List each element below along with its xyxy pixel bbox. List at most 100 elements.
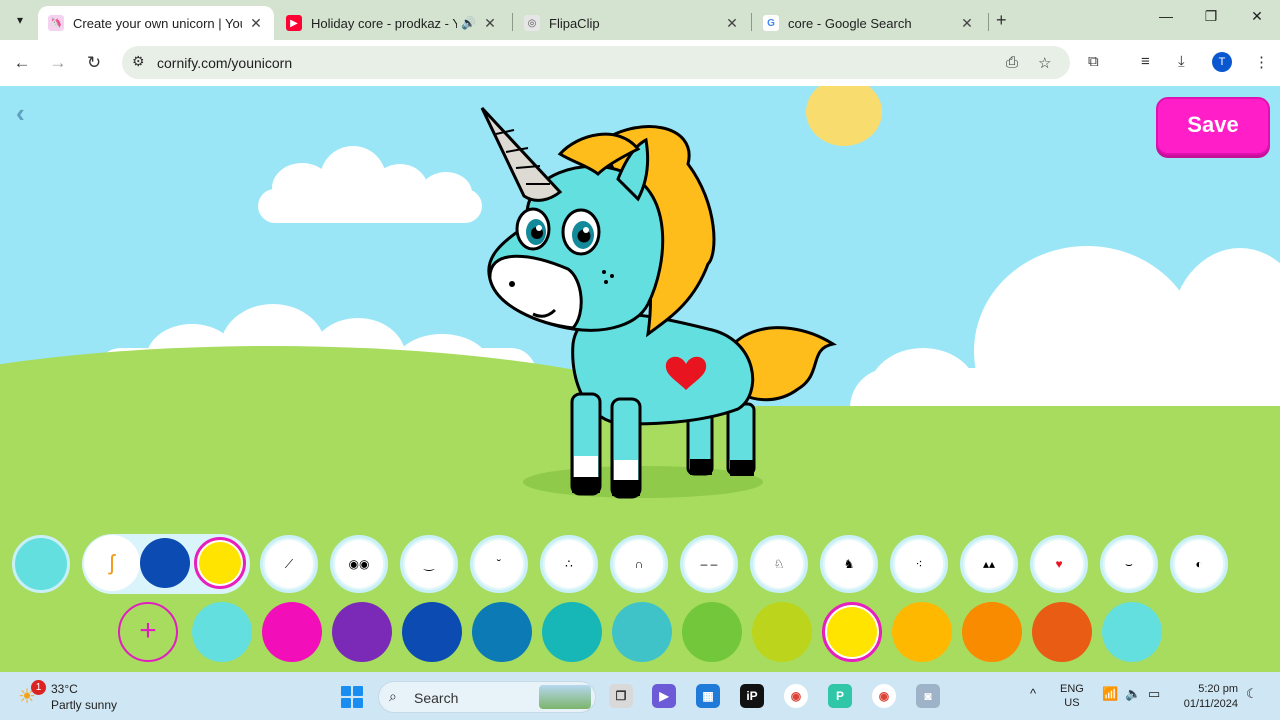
color-swatch[interactable] [962,602,1022,662]
new-tab-button[interactable]: + [996,10,1007,31]
chrome-icon[interactable]: ◉ [784,684,808,708]
youtube-icon: ▶ [286,15,302,31]
picsart-icon[interactable]: P [828,684,852,708]
reload-button[interactable]: ↻ [83,52,105,74]
unicorn-hoof [690,459,712,475]
download-icon[interactable]: ⤓ [1178,53,1185,70]
tab-strip: ▾ 🦄 Create your own unicorn | Youni ✕ ▶ … [0,0,1280,40]
color-swatch[interactable] [822,602,882,662]
back-arrow-button[interactable]: ‹ [16,100,25,126]
unicorn-sock [614,460,638,480]
ibis-paint-icon[interactable]: iP [740,684,764,708]
camera-app-icon[interactable]: ◙ [916,684,940,708]
restore-button[interactable]: ❐ [1201,8,1221,25]
close-tab-icon[interactable]: ✕ [724,15,740,32]
notifications-moon-icon[interactable]: ☾ [1246,686,1258,702]
tab-cornify[interactable]: 🦄 Create your own unicorn | Youni ✕ [38,6,274,40]
hair-color-yellow[interactable] [194,537,246,589]
eyes-icon: ◉◉ [335,540,383,588]
media-control-icon[interactable]: ≡ [1141,53,1150,70]
menu-kebab-icon[interactable]: ⋮ [1254,53,1269,71]
volume-icon[interactable]: 🔈 [1125,686,1141,702]
tab-google[interactable]: G core - Google Search ✕ [753,6,985,40]
close-window-button[interactable]: ✕ [1247,8,1267,25]
unicorn-shadow [523,466,763,498]
part-option-body[interactable]: ♘ [750,535,808,593]
windows-taskbar: ☀ 1 33°C Partly sunny ⌕ Search ❐ ▶ ▦ iP … [0,672,1280,720]
chrome-profile-icon[interactable]: ◉ [872,684,896,708]
browser-toolbar: ← → ↻ ⚙ cornify.com/younicorn ⎙ ☆ ⧉ ≡ ⤓ … [0,40,1280,86]
hair-color-group: ʃ [82,534,250,594]
minimize-button[interactable]: — [1156,8,1176,24]
part-option-horn[interactable]: ⟋ [260,535,318,593]
audio-playing-icon[interactable]: 🔊 [461,16,476,30]
tab-flipaclip[interactable]: ◎ FlipaClip ✕ [514,6,750,40]
eye-shine [583,227,589,233]
part-option-mouth-3[interactable]: ∴ [540,535,598,593]
unicorn-sock [574,456,598,478]
close-tab-icon[interactable]: ✕ [248,15,264,32]
weather-badge: 1 [31,680,46,695]
body-icon: ♘ [755,540,803,588]
color-swatch[interactable] [682,602,742,662]
color-swatch[interactable] [472,602,532,662]
part-option-heart-mark[interactable]: ♥ [1030,535,1088,593]
wifi-icon[interactable]: 📶 [1102,686,1118,702]
tab-search-button[interactable]: ▾ [8,8,32,32]
close-tab-icon[interactable]: ✕ [959,15,975,32]
part-option-ear[interactable]: ∩ [610,535,668,593]
color-swatch[interactable] [892,602,952,662]
hair-style-icon[interactable]: ʃ [84,535,140,591]
color-swatch[interactable] [752,602,812,662]
part-option-background[interactable]: ◐ [1170,535,1228,593]
close-tab-icon[interactable]: ✕ [482,15,498,32]
color-swatch[interactable] [1102,602,1162,662]
freckle [604,280,608,284]
body-color-swatch[interactable] [12,535,70,593]
start-button[interactable] [341,686,363,708]
site-info-icon[interactable]: ⚙ [132,53,145,70]
part-option-mouth-2[interactable]: ˘ [470,535,528,593]
battery-icon[interactable]: ▭ [1148,686,1160,702]
address-bar[interactable]: ⚙ cornify.com/younicorn ⎙ ☆ [122,46,1070,79]
forward-button[interactable]: → [47,52,69,74]
store-icon[interactable]: ▦ [696,684,720,708]
hair-color-blue[interactable] [140,538,190,588]
part-option-eyes[interactable]: ◉◉ [330,535,388,593]
part-option-brows[interactable]: – – [680,535,738,593]
flipaclip-icon: ◎ [524,15,540,31]
language-indicator[interactable]: ENG US [1060,682,1084,710]
install-app-icon[interactable]: ⎙ [1006,54,1018,71]
color-swatch[interactable] [402,602,462,662]
color-swatch[interactable] [542,602,602,662]
color-swatch[interactable] [1032,602,1092,662]
smile-icon: ⌣ [1105,540,1153,588]
task-view-icon[interactable]: ❐ [609,684,633,708]
color-swatch[interactable] [332,602,392,662]
color-swatch[interactable] [612,602,672,662]
url-text[interactable]: cornify.com/younicorn [157,55,292,71]
part-option-spikes-2[interactable]: ▴▴ [960,535,1018,593]
weather-temperature[interactable]: 33°C [51,682,78,696]
add-color-button[interactable]: + [118,602,178,662]
part-option-body-2[interactable]: ♞ [820,535,878,593]
teams-icon[interactable]: ▶ [652,684,676,708]
bookmark-star-icon[interactable]: ☆ [1038,54,1051,72]
part-option-spikes-1[interactable]: ⁖ [890,535,948,593]
taskbar-search[interactable]: ⌕ Search [378,681,596,713]
eye-shine [536,225,542,231]
color-swatch[interactable] [262,602,322,662]
save-button[interactable]: Save [1156,97,1270,155]
extensions-icon[interactable]: ⧉ [1088,53,1099,70]
clock[interactable]: 5:20 pm 01/11/2024 [1180,682,1238,712]
mouth-2-icon: ˘ [475,540,523,588]
part-option-smile[interactable]: ⌣ [1100,535,1158,593]
profile-avatar[interactable]: T [1212,52,1232,72]
back-button[interactable]: ← [11,52,33,74]
tab-youtube[interactable]: ▶ Holiday core - prodkaz - Yo 🔊 ✕ [276,6,508,40]
heart-mark-icon: ♥ [1035,540,1083,588]
color-swatch[interactable] [192,602,252,662]
part-option-mouth-1[interactable]: ‿ [400,535,458,593]
weather-description[interactable]: Partly sunny [51,698,117,712]
show-hidden-icons[interactable]: ^ [1030,686,1036,701]
